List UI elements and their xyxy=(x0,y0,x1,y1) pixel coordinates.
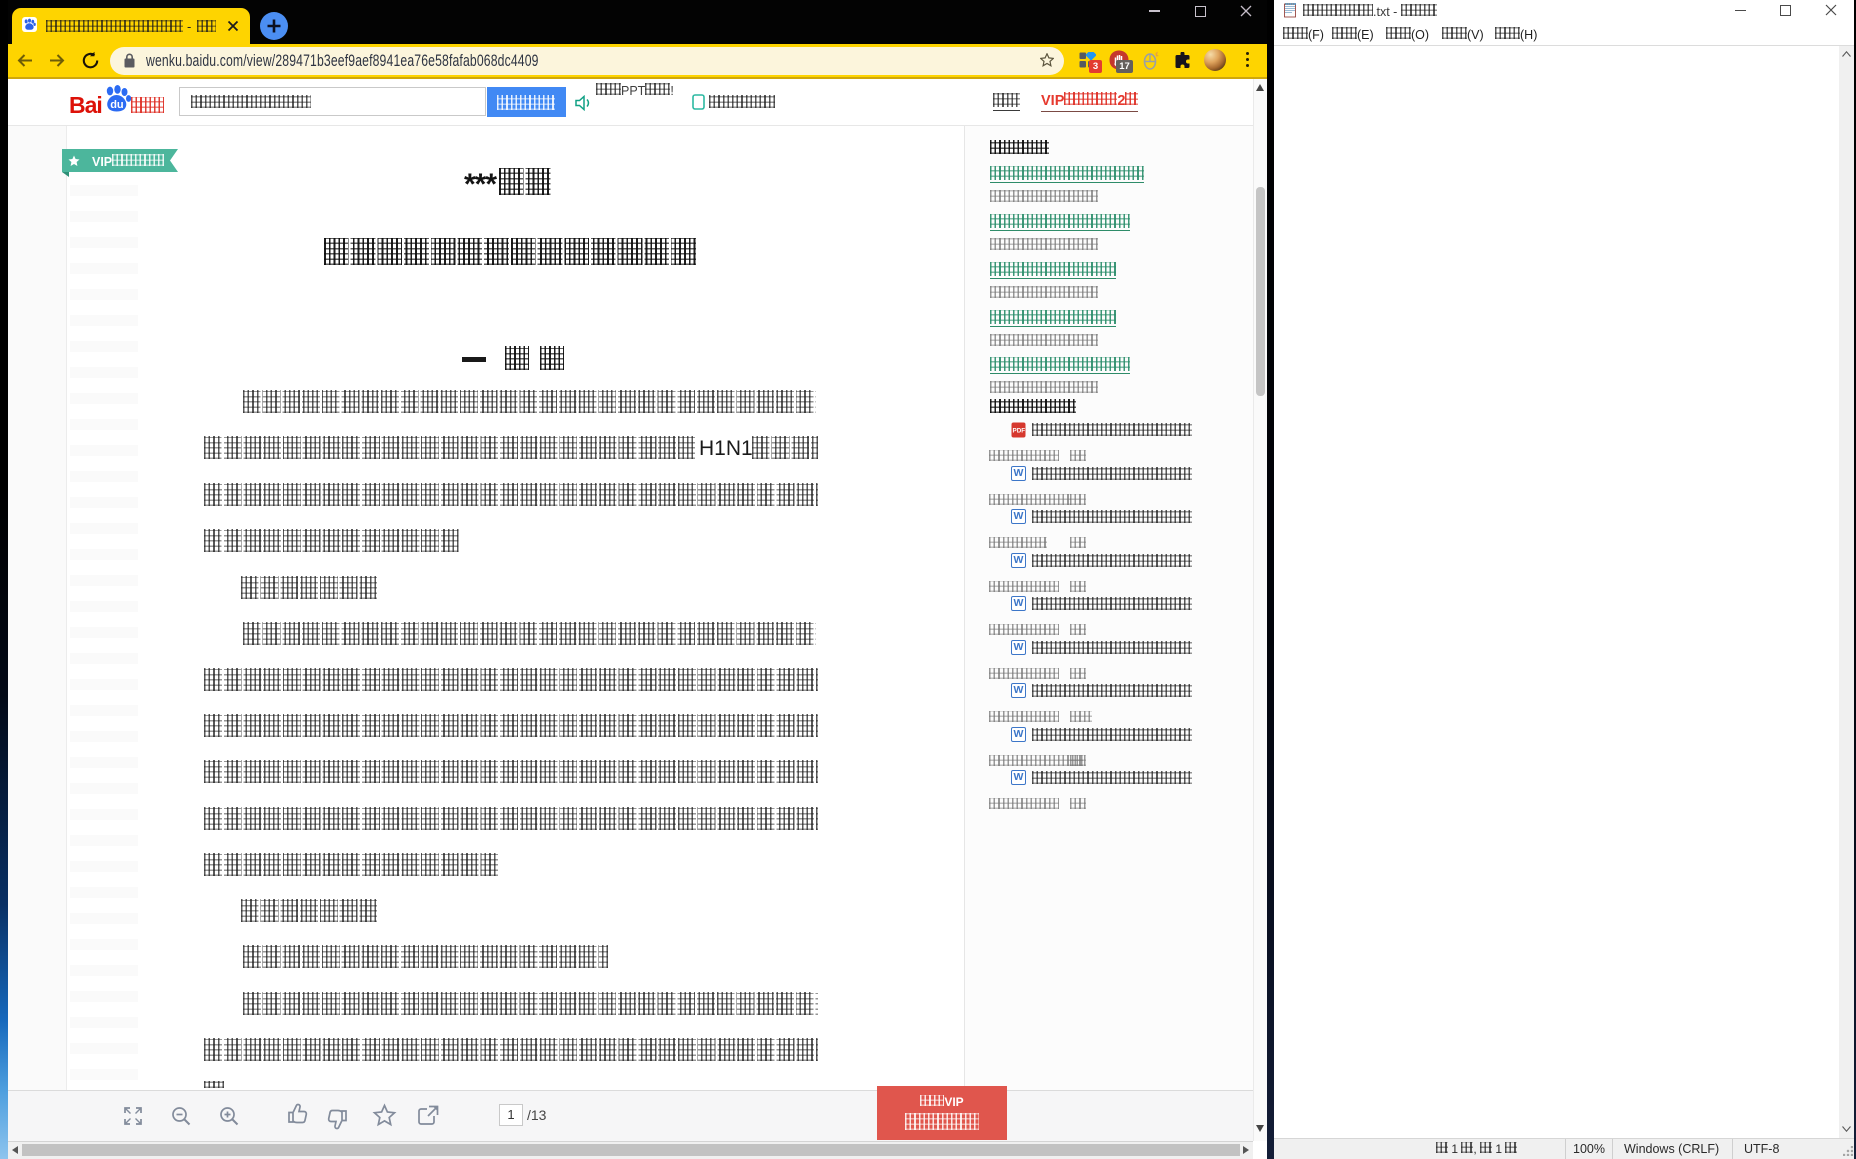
svg-text:du: du xyxy=(110,99,123,111)
svg-text:PDF: PDF xyxy=(1013,428,1026,435)
